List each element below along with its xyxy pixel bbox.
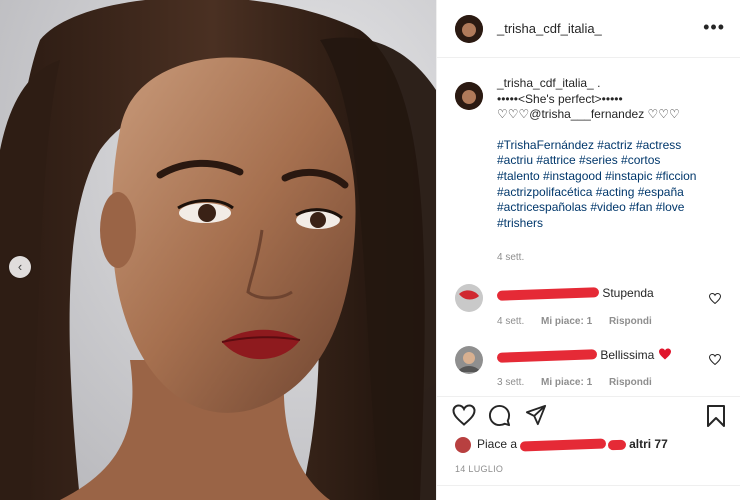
comment-likes[interactable]: Mi piace: 1 — [541, 377, 592, 388]
caption-time[interactable]: 4 sett. — [497, 252, 524, 263]
avatar[interactable] — [455, 346, 483, 374]
post-header: _trisha_cdf_italia_ ••• — [437, 0, 740, 58]
post-username[interactable]: _trisha_cdf_italia_ — [497, 21, 602, 36]
red-heart-emoji-icon — [658, 348, 671, 360]
hashtag-line[interactable]: #trishers — [497, 216, 543, 230]
divider — [437, 396, 740, 397]
heart-icon[interactable] — [452, 404, 476, 431]
hashtags: #TrishaFernández #actriz #actress #actri… — [497, 138, 727, 232]
redacted-username — [520, 438, 607, 452]
redacted-username — [496, 349, 598, 363]
redacted-username — [496, 287, 600, 301]
comment-text: Stupenda — [496, 286, 654, 301]
post-photo: ‹ — [0, 0, 436, 500]
avatar[interactable] — [455, 15, 483, 43]
likes-summary[interactable]: Piace a altri 77 — [455, 437, 668, 453]
share-icon[interactable] — [525, 404, 547, 431]
bookmark-icon[interactable] — [706, 404, 726, 433]
chevron-left-icon: ‹ — [17, 259, 23, 274]
action-bar — [437, 404, 740, 432]
comment-meta: 4 sett. Mi piace: 1 Rispondi — [497, 316, 666, 327]
portrait-image — [0, 0, 436, 500]
comment-time[interactable]: 3 sett. — [497, 377, 524, 388]
reply-button[interactable]: Rispondi — [609, 316, 652, 327]
caption-line: •••••<She's perfect>••••• — [497, 91, 623, 106]
caption-line: ♡♡♡@trisha___fernandez ♡♡♡ — [497, 107, 680, 122]
comment-item: Bellissima 3 sett. Mi piace: 1 Rispondi — [455, 346, 740, 396]
avatar[interactable] — [455, 82, 483, 110]
comment-icon[interactable] — [488, 404, 511, 432]
comment-item: Stupenda 4 sett. Mi piace: 1 Rispondi — [455, 284, 740, 334]
reply-button[interactable]: Rispondi — [609, 377, 652, 388]
caption-text: _trisha_cdf_italia_ . •••••<She's perfec… — [497, 76, 727, 231]
hashtag-line[interactable]: #actriu #attrice #series #cortos — [497, 153, 660, 167]
likes-suffix[interactable]: altri 77 — [629, 437, 668, 451]
likes-prefix: Piace a — [477, 437, 518, 452]
hashtag-line[interactable]: #actricespañolas #video #fan #love — [497, 200, 684, 214]
hashtag-line[interactable]: #TrishaFernández #actriz #actress — [497, 138, 681, 152]
caption-suffix: . — [597, 76, 601, 90]
divider — [437, 485, 740, 486]
post-date: 14 LUGLIO — [455, 464, 504, 474]
comment-meta: 3 sett. Mi piace: 1 Rispondi — [497, 377, 666, 388]
hashtag-line[interactable]: #talento #instagood #instapic #ficcion — [497, 169, 696, 183]
avatar[interactable] — [455, 284, 483, 312]
previous-slide-button[interactable]: ‹ — [9, 256, 31, 278]
comment-time[interactable]: 4 sett. — [497, 316, 524, 327]
more-icon[interactable]: ••• — [703, 17, 725, 38]
redacted-username — [607, 439, 626, 451]
heart-icon[interactable] — [708, 292, 722, 307]
comment-likes[interactable]: Mi piace: 1 — [541, 316, 592, 327]
heart-icon[interactable] — [708, 353, 722, 368]
comment-text: Bellissima — [496, 348, 672, 363]
comment-body: Stupenda — [602, 286, 654, 300]
caption-username[interactable]: _trisha_cdf_italia_ — [497, 76, 594, 90]
post-sidebar: _trisha_cdf_italia_ ••• _trisha_cdf_ital… — [436, 0, 740, 500]
comment-body: Bellissima — [600, 348, 655, 362]
avatar — [455, 437, 471, 453]
hashtag-line[interactable]: #actrizpolifacética #acting #españa — [497, 185, 684, 199]
